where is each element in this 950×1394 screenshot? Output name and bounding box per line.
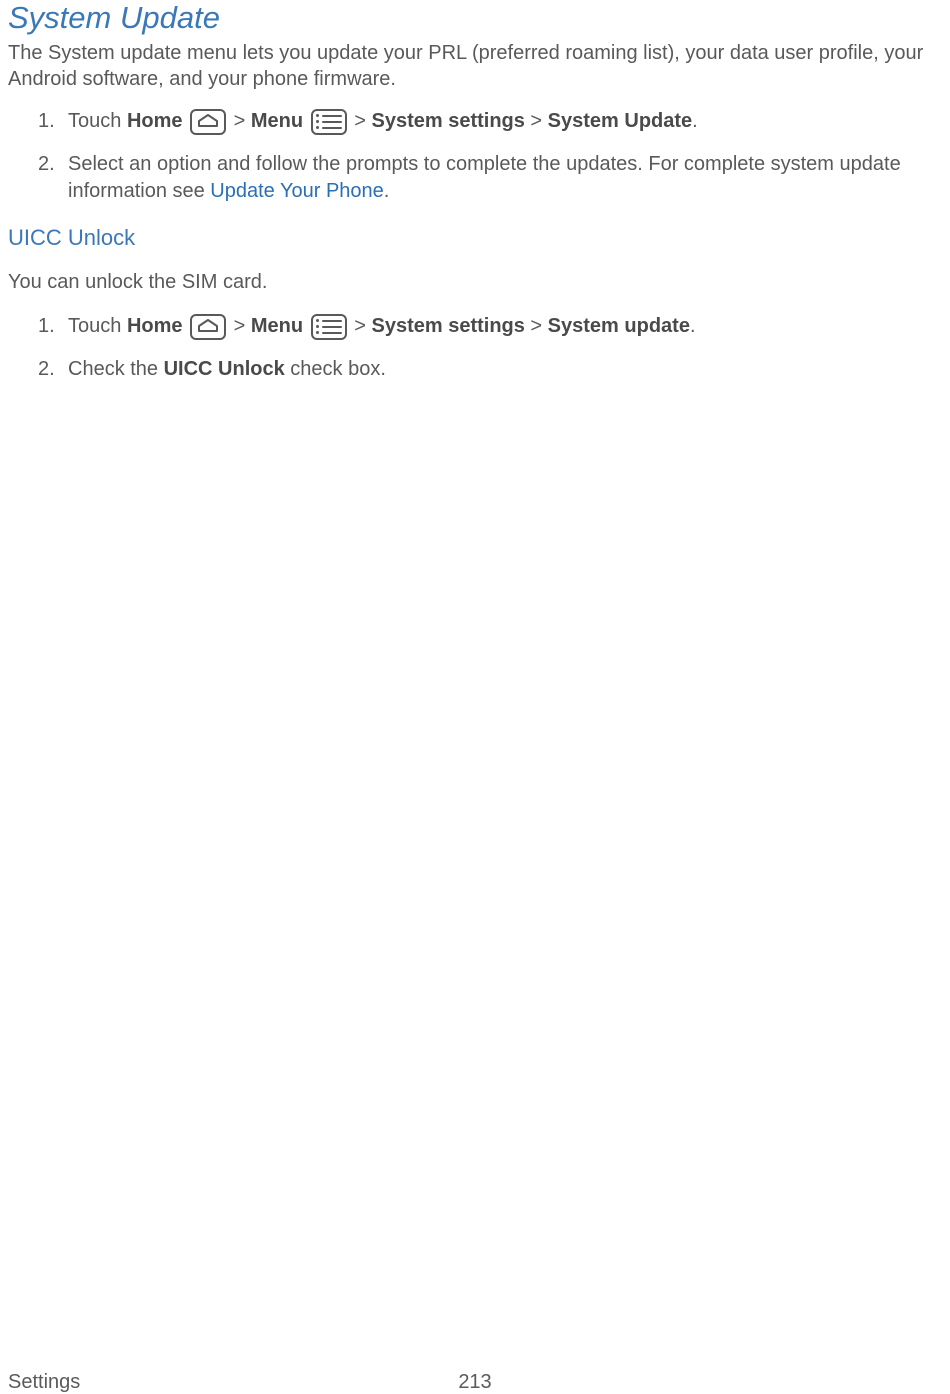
list-number: 1. xyxy=(38,108,55,135)
uicc-unlock-label: UICC Unlock xyxy=(164,358,285,380)
text: . xyxy=(384,180,390,202)
update-your-phone-link[interactable]: Update Your Phone xyxy=(210,180,384,202)
text: Select an option and follow the prompts … xyxy=(68,153,901,202)
separator: > xyxy=(525,315,548,337)
separator: > xyxy=(234,110,251,132)
text: Touch xyxy=(68,315,127,337)
text: Check the xyxy=(68,358,164,380)
home-icon xyxy=(190,314,226,340)
text: Touch xyxy=(68,110,127,132)
list-item: 2. Check the UICC Unlock check box. xyxy=(38,356,942,383)
list-item: 2. Select an option and follow the promp… xyxy=(38,151,942,205)
instruction-list-2: 1. Touch Home > Menu > System settings >… xyxy=(8,313,942,383)
text: . xyxy=(690,315,696,337)
uicc-paragraph: You can unlock the SIM card. xyxy=(8,269,942,295)
system-update-label: System Update xyxy=(548,110,693,132)
menu-label: Menu xyxy=(251,110,303,132)
home-label: Home xyxy=(127,110,183,132)
separator: > xyxy=(234,315,251,337)
system-settings-label: System settings xyxy=(371,110,524,132)
footer-section-name: Settings xyxy=(8,1371,80,1394)
list-number: 2. xyxy=(38,356,55,383)
list-item: 1. Touch Home > Menu > System settings >… xyxy=(38,313,942,340)
menu-label: Menu xyxy=(251,315,303,337)
instruction-list-1: 1. Touch Home > Menu > System settings >… xyxy=(8,108,942,205)
text: check box. xyxy=(285,358,386,380)
footer-page-number: 213 xyxy=(458,1371,491,1394)
list-number: 1. xyxy=(38,313,55,340)
text: . xyxy=(692,110,698,132)
system-update-label: System update xyxy=(548,315,690,337)
separator: > xyxy=(525,110,548,132)
home-label: Home xyxy=(127,315,183,337)
menu-icon xyxy=(311,109,347,135)
intro-paragraph: The System update menu lets you update y… xyxy=(8,40,942,92)
system-settings-label: System settings xyxy=(371,315,524,337)
separator: > xyxy=(354,315,371,337)
home-icon xyxy=(190,109,226,135)
separator: > xyxy=(354,110,371,132)
list-number: 2. xyxy=(38,151,55,178)
menu-icon xyxy=(311,314,347,340)
subheading-uicc: UICC Unlock xyxy=(8,225,942,251)
list-item: 1. Touch Home > Menu > System settings >… xyxy=(38,108,942,135)
page-title: System Update xyxy=(8,0,942,36)
